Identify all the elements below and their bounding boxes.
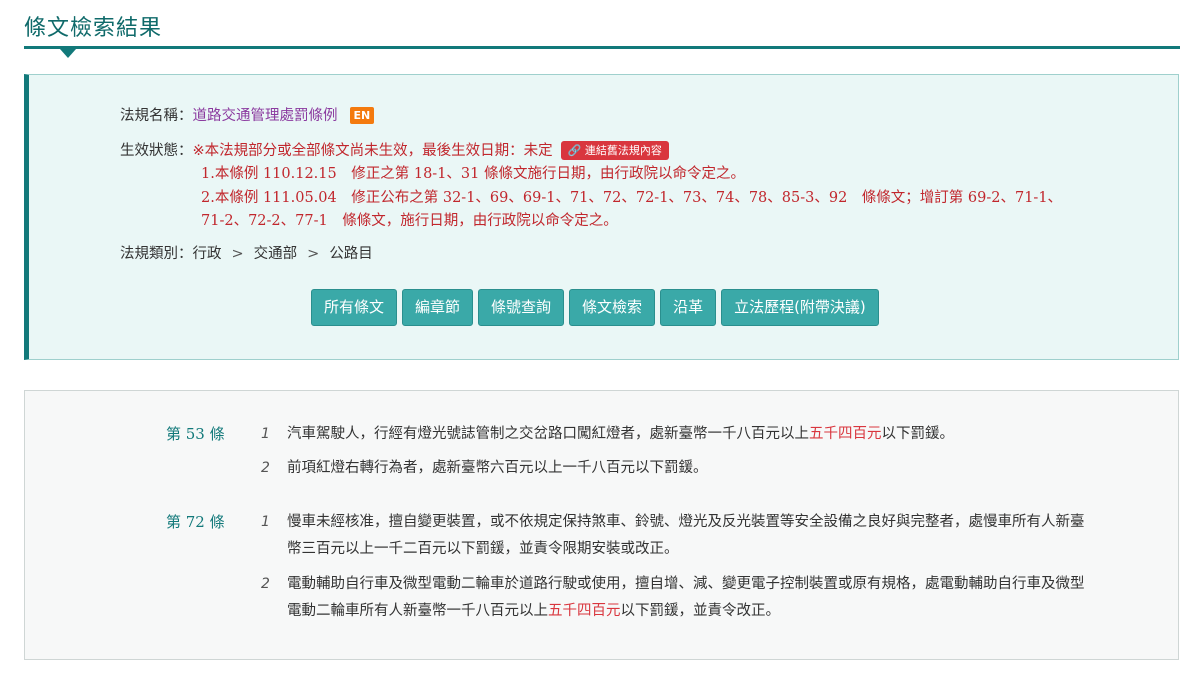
article-search-button[interactable]: 條文檢索	[569, 289, 656, 326]
search-results-panel: 第 53 條 1 汽車駕駛人，行經有燈光號誌管制之交岔路口闖紅燈者，處新臺幣一千…	[24, 390, 1179, 660]
status-note-2: 2.本條例 111.05.04 修正公布之第 32-1、69、69-1、71、7…	[201, 190, 1063, 229]
paragraph-index: 1	[261, 426, 270, 442]
search-highlight: 五千四百元	[809, 426, 882, 442]
law-name-label: 法規名稱：	[120, 108, 193, 124]
article-number-link[interactable]: 第 72 條	[166, 509, 225, 535]
nav-button-row: 所有條文 編章節 條號查詢 條文檢索 沿革 立法歷程(附帶決議)	[311, 289, 879, 326]
all-articles-button[interactable]: 所有條文	[311, 289, 398, 326]
category-item: 交通部	[253, 246, 298, 262]
paragraph-text: 慢車未經核准，擅自變更裝置，或不依規定保持煞車、鈴號、燈光及反光裝置等安全設備之…	[287, 514, 1085, 557]
paragraph-text: 汽車駕駛人，行經有燈光號誌管制之交岔路口闖紅燈者，處新臺幣一千八百元以上五千四百…	[287, 426, 954, 442]
category-item: 公路目	[329, 246, 373, 262]
status-label: 生效狀態：	[120, 143, 193, 159]
category-label: 法規類別：	[120, 246, 193, 262]
status-note-1: 1.本條例 110.12.15 修正之第 18-1、31 條條文施行日期，由行政…	[201, 166, 745, 182]
paragraph-index: 2	[261, 460, 270, 476]
search-highlight: 五千四百元	[548, 603, 621, 619]
status-text: ※本法規部分或全部條文尚未生效，最後生效日期：未定	[192, 143, 553, 159]
paragraph-index: 2	[261, 576, 270, 592]
law-info-panel: 法規名稱：道路交通管理處罰條例 EN 生效狀態：※本法規部分或全部條文尚未生效，最…	[24, 74, 1179, 360]
title-underline	[24, 46, 1180, 49]
category-separator: >	[307, 246, 320, 262]
english-version-badge[interactable]: EN	[349, 107, 375, 124]
history-button[interactable]: 沿革	[660, 289, 717, 326]
paragraph-text: 電動輔助自行車及微型電動二輪車於道路行駛或使用，擅自增、減、變更電子控制裝置或原…	[287, 576, 1085, 619]
category-row: 法規類別：行政 > 交通部 > 公路目	[120, 243, 373, 266]
status-row: 生效狀態：※本法規部分或全部條文尚未生效，最後生效日期：未定 🔗 連結舊法規內容	[120, 140, 669, 163]
old-law-link-button[interactable]: 🔗 連結舊法規內容	[560, 141, 669, 160]
article-number-query-button[interactable]: 條號查詢	[478, 289, 565, 326]
paragraph-text: 前項紅燈右轉行為者，處新臺幣六百元以上一千八百元以下罰鍰。	[287, 460, 708, 476]
legislative-history-button[interactable]: 立法歷程(附帶決議)	[721, 289, 879, 326]
title-pointer-icon	[60, 49, 76, 58]
category-separator: >	[231, 246, 244, 262]
page-title: 條文檢索結果	[24, 16, 163, 41]
law-name-link[interactable]: 道路交通管理處罰條例	[193, 108, 338, 124]
law-name-row: 法規名稱：道路交通管理處罰條例 EN	[120, 105, 375, 128]
paragraph-index: 1	[261, 514, 270, 530]
page-header: 條文檢索結果	[24, 0, 1180, 60]
article-number-link[interactable]: 第 53 條	[166, 421, 225, 447]
chapters-button[interactable]: 編章節	[402, 289, 474, 326]
category-item: 行政	[192, 246, 222, 262]
